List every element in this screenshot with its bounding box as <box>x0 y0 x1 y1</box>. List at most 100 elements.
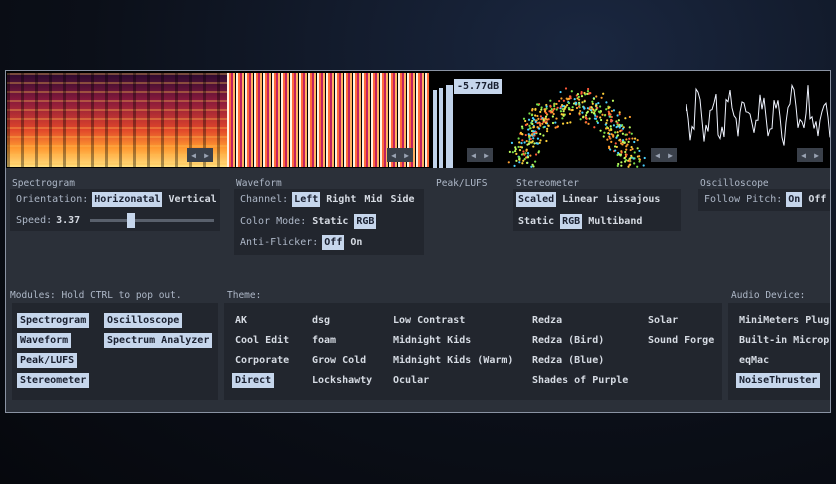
stereo-point <box>588 118 590 120</box>
theme-option[interactable]: Corporate <box>232 353 292 368</box>
stereometer-nav-arrows-left[interactable]: ◀ ▶ <box>467 148 493 162</box>
right-arrow-icon[interactable]: ▶ <box>204 151 209 160</box>
stereo-point <box>637 147 639 149</box>
theme-option[interactable]: Low Contrast <box>390 313 468 328</box>
theme-option[interactable]: Lockshawty <box>309 373 375 388</box>
theme-option[interactable]: Midnight Kids <box>390 333 474 348</box>
theme-option[interactable]: dsg <box>309 313 333 328</box>
theme-option[interactable]: Redza (Blue) <box>529 353 607 368</box>
stereo-point <box>629 126 631 128</box>
stereo-point <box>532 130 534 132</box>
waveform-nav-arrows[interactable]: ◀ ▶ <box>387 148 413 162</box>
stereo-point <box>639 158 641 160</box>
left-arrow-icon[interactable]: ◀ <box>655 151 660 160</box>
module-peak-lufs[interactable]: Peak/LUFS <box>17 353 77 368</box>
device-eqmac[interactable]: eqMac <box>736 353 772 368</box>
left-arrow-icon[interactable]: ◀ <box>391 151 396 160</box>
channel-mid[interactable]: Mid <box>362 192 384 207</box>
stereo-point <box>562 123 564 125</box>
stereometer-heading: Stereometer <box>516 178 579 189</box>
speed-slider[interactable] <box>90 219 214 222</box>
stereo-point <box>599 130 601 132</box>
stereo-point <box>624 134 626 136</box>
orientation-vertical[interactable]: Vertical <box>166 192 218 207</box>
theme-option[interactable]: Redza (Bird) <box>529 333 607 348</box>
module-waveform[interactable]: Waveform <box>17 333 71 348</box>
stereo-point <box>578 105 580 107</box>
theme-option[interactable]: Shades of Purple <box>529 373 631 388</box>
theme-option[interactable]: AK <box>232 313 250 328</box>
stereo-lissajous[interactable]: Lissajous <box>604 192 662 207</box>
stereo-point <box>523 118 525 120</box>
stereo-point <box>638 160 640 162</box>
follow-pitch-on[interactable]: On <box>786 192 802 207</box>
stereo-point <box>521 153 523 155</box>
stereo-multiband[interactable]: Multiband <box>586 214 644 229</box>
stereo-point <box>585 114 587 116</box>
stereo-rgb[interactable]: RGB <box>560 214 582 229</box>
orientation-horizontal[interactable]: Horizonatal <box>92 192 162 207</box>
theme-option[interactable]: Grow Cold <box>309 353 369 368</box>
stereo-point <box>533 142 535 144</box>
theme-option[interactable]: Ocular <box>390 373 432 388</box>
right-arrow-icon[interactable]: ▶ <box>814 151 819 160</box>
stereo-point <box>617 152 619 154</box>
device-noisethruster[interactable]: NoiseThruster <box>736 373 820 388</box>
module-spectrum-analyzer[interactable]: Spectrum Analyzer <box>104 333 212 348</box>
channel-left[interactable]: Left <box>292 192 320 207</box>
theme-option[interactable]: Redza <box>529 313 565 328</box>
stereo-point <box>537 118 539 120</box>
theme-option[interactable]: Cool Edit <box>232 333 292 348</box>
stereo-point <box>518 137 520 139</box>
theme-option[interactable]: foam <box>309 333 339 348</box>
speed-slider-knob[interactable] <box>127 213 135 228</box>
stereometer-nav-arrows-right[interactable]: ◀ ▶ <box>651 148 677 162</box>
stereo-point <box>620 165 622 167</box>
stereo-point <box>581 95 583 97</box>
right-arrow-icon[interactable]: ▶ <box>404 151 409 160</box>
spectrogram-nav-arrows[interactable]: ◀ ▶ <box>187 148 213 162</box>
left-arrow-icon[interactable]: ◀ <box>801 151 806 160</box>
anti-flicker-on[interactable]: On <box>348 235 364 250</box>
device-minimeters-plugin[interactable]: MiniMeters Plugin <box>736 313 830 328</box>
device-built-in-microphone[interactable]: Built-in Microphone <box>736 333 830 348</box>
stereo-point <box>522 150 524 152</box>
color-mode-rgb[interactable]: RGB <box>354 214 376 229</box>
stereo-point <box>521 162 523 164</box>
stereo-point <box>512 151 514 153</box>
theme-option[interactable]: Sound Forge <box>645 333 717 348</box>
channel-right[interactable]: Right <box>324 192 358 207</box>
theme-option[interactable]: Midnight Kids (Warm) <box>390 353 516 368</box>
anti-flicker-off[interactable]: Off <box>322 235 344 250</box>
right-arrow-icon[interactable]: ▶ <box>484 151 489 160</box>
left-arrow-icon[interactable]: ◀ <box>471 151 476 160</box>
stereo-point <box>594 110 596 112</box>
stereo-point <box>615 142 617 144</box>
stereo-point <box>594 115 596 117</box>
stereo-point <box>631 137 633 139</box>
stereo-point <box>561 117 563 119</box>
stereo-scaled[interactable]: Scaled <box>516 192 556 207</box>
module-oscilloscope[interactable]: Oscilloscope <box>104 313 182 328</box>
channel-side[interactable]: Side <box>388 192 416 207</box>
stereo-point <box>629 158 631 160</box>
stereo-point <box>628 138 630 140</box>
stereo-linear[interactable]: Linear <box>560 192 600 207</box>
right-arrow-icon[interactable]: ▶ <box>668 151 673 160</box>
speed-label: Speed: <box>16 215 52 226</box>
stereo-point <box>618 119 620 121</box>
module-spectrogram[interactable]: Spectrogram <box>17 313 89 328</box>
theme-option[interactable]: Direct <box>232 373 274 388</box>
follow-pitch-off[interactable]: Off <box>806 192 828 207</box>
oscilloscope-nav-arrows[interactable]: ◀ ▶ <box>797 148 823 162</box>
oscilloscope-heading: Oscilloscope <box>700 178 769 189</box>
stereo-static[interactable]: Static <box>516 214 556 229</box>
stereo-point <box>537 151 539 153</box>
stereo-point <box>578 96 580 98</box>
theme-option[interactable]: Solar <box>645 313 681 328</box>
stereo-point <box>522 160 524 162</box>
module-stereometer[interactable]: Stereometer <box>17 373 89 388</box>
left-arrow-icon[interactable]: ◀ <box>191 151 196 160</box>
stereo-point <box>514 146 516 148</box>
color-mode-static[interactable]: Static <box>310 214 350 229</box>
